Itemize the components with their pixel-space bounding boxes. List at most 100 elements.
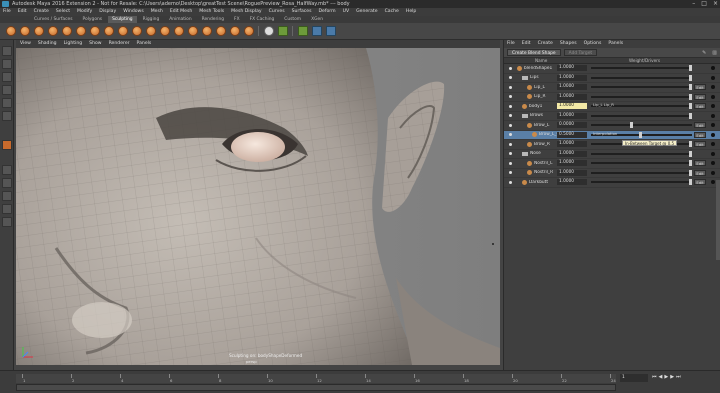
visibility-toggle-icon[interactable] (509, 180, 512, 184)
shape-menu-file[interactable]: File (507, 40, 515, 48)
weight-slider-handle[interactable] (689, 84, 692, 91)
visibility-toggle-icon[interactable] (509, 142, 512, 146)
weight-slider-handle[interactable] (689, 93, 692, 100)
menu-edit-mesh[interactable]: Edit Mesh (170, 8, 192, 16)
visibility-toggle-icon[interactable] (509, 133, 512, 137)
shelf-tab-animation[interactable]: Animation (165, 16, 195, 23)
spray-tool-icon[interactable] (104, 26, 114, 36)
edit-button[interactable]: Edit (694, 169, 706, 176)
weight-slider[interactable]: Interpolation (591, 131, 692, 138)
weight-field[interactable]: 1.0000 (557, 160, 587, 167)
sculpt-tool-icon[interactable] (6, 26, 16, 36)
menu-file[interactable]: File (3, 8, 11, 16)
go-to-start-icon[interactable]: ⏮ (652, 374, 657, 380)
weight-slider[interactable] (591, 150, 692, 157)
shape-menu-options[interactable]: Options (584, 40, 602, 48)
shape-menu-panels[interactable]: Panels (608, 40, 623, 48)
shape-row[interactable]: Nostril_L 1.0000 Edit (504, 159, 720, 169)
shelf-tab-polygons[interactable]: Polygons (79, 16, 107, 23)
visibility-toggle-icon[interactable] (509, 66, 512, 70)
weight-slider[interactable]: Lip_L Lip_R (591, 102, 692, 110)
keyframe-icon[interactable] (711, 151, 715, 156)
shape-row[interactable]: Nose 1.0000 (504, 150, 720, 159)
step-forward-icon[interactable]: ▶ (670, 374, 674, 380)
weight-slider[interactable] (591, 112, 692, 119)
visibility-toggle-icon[interactable] (509, 95, 512, 99)
edit-button[interactable]: Edit (694, 141, 706, 148)
create-blend-shape-button[interactable]: Create Blend Shape (507, 49, 561, 56)
weight-slider-handle[interactable] (689, 65, 692, 72)
weight-slider[interactable] (591, 65, 692, 72)
menu-display[interactable]: Display (99, 8, 116, 16)
menu-mesh-tools[interactable]: Mesh Tools (199, 8, 224, 16)
repeat-tool-icon[interactable] (118, 26, 128, 36)
shape-row[interactable]: Lip_R 1.0000 Edit (504, 93, 720, 102)
shape-list-scrollbar[interactable] (716, 180, 720, 260)
weight-slider[interactable] (591, 169, 692, 176)
edit-icon[interactable]: ✎ (702, 50, 706, 56)
select-tool-icon[interactable] (2, 46, 12, 56)
smear-tool-icon[interactable] (202, 26, 212, 36)
keyframe-icon[interactable] (711, 170, 715, 175)
keyframe-icon[interactable] (711, 161, 715, 166)
current-frame-field[interactable]: 1 (620, 374, 648, 382)
viewport-menu-lighting[interactable]: Lighting (64, 40, 83, 48)
visibility-toggle-icon[interactable] (509, 171, 512, 175)
mask-tool-icon[interactable] (278, 26, 288, 36)
visibility-toggle-icon[interactable] (509, 85, 512, 89)
freeze-tool-icon[interactable] (244, 26, 254, 36)
layout-four-icon[interactable] (2, 178, 12, 188)
weight-field[interactable]: 1.0000 (557, 93, 587, 100)
keyframe-icon[interactable] (711, 66, 715, 71)
weight-field[interactable]: 1.0000 (557, 141, 587, 148)
weight-slider[interactable] (591, 93, 692, 100)
range-slider[interactable] (16, 384, 616, 391)
shelf-tab-rendering[interactable]: Rendering (198, 16, 228, 23)
convert-tool-icon[interactable] (264, 26, 274, 36)
keyframe-icon[interactable] (711, 180, 715, 185)
move-tool-icon[interactable] (2, 85, 12, 95)
shape-row[interactable]: Brows 1.0000 (504, 112, 720, 121)
keyframe-icon[interactable] (711, 132, 715, 137)
weight-field[interactable]: 1.0000 (557, 65, 587, 72)
menu-windows[interactable]: Windows (123, 8, 144, 16)
weight-field[interactable]: 1.0000 (557, 74, 587, 81)
weight-slider-handle[interactable] (689, 103, 692, 110)
flatten-tool-icon[interactable] (76, 26, 86, 36)
smooth-tool-icon[interactable] (20, 26, 30, 36)
visibility-toggle-icon[interactable] (509, 104, 512, 108)
shelf-tab-curves-surfaces[interactable]: Curves / Surfaces (30, 16, 77, 23)
weight-slider-handle[interactable] (689, 169, 692, 176)
menu-help[interactable]: Help (406, 8, 416, 16)
weight-field[interactable]: 1.0000 (557, 84, 587, 91)
knife-tool-icon[interactable] (188, 26, 198, 36)
time-ruler[interactable]: 1 2 4 6 8 10 12 14 16 18 20 22 24 (16, 374, 616, 383)
shape-editor-icon[interactable] (326, 26, 336, 36)
keyframe-icon[interactable] (711, 142, 715, 147)
viewport-menu-show[interactable]: Show (89, 40, 101, 48)
shape-row[interactable]: Brow_L 0.0000 Edit (504, 121, 720, 131)
keyframe-icon[interactable] (711, 94, 715, 99)
weight-slider[interactable] (591, 160, 692, 167)
weight-field[interactable]: 1.0000 (557, 150, 587, 157)
weight-slider-handle[interactable] (689, 141, 692, 148)
edit-button[interactable]: Edit (694, 160, 706, 167)
weight-slider[interactable] (591, 84, 692, 91)
fill-tool-icon[interactable] (174, 26, 184, 36)
visibility-toggle-icon[interactable] (509, 161, 512, 165)
shelf-tab-sculpting[interactable]: Sculpting (108, 16, 137, 23)
sculpt-active-icon[interactable] (2, 140, 12, 150)
grab-tool-icon[interactable] (48, 26, 58, 36)
go-to-end-icon[interactable]: ⏭ (676, 374, 681, 380)
menu-surfaces[interactable]: Surfaces (292, 8, 312, 16)
shelf-tab-xgen[interactable]: XGen (307, 16, 327, 23)
shape-row[interactable]: body1 1.0000 Lip_L Lip_R Edit (504, 102, 720, 112)
edit-button[interactable]: Edit (694, 131, 706, 138)
lasso-tool-icon[interactable] (2, 59, 12, 69)
weight-field[interactable]: 1.0000 (557, 112, 587, 119)
paint-select-icon[interactable] (2, 72, 12, 82)
add-target-button[interactable]: Add Target (563, 49, 598, 56)
shape-row[interactable]: Brow_L_0.50.5000 Interpolation Edit (504, 130, 720, 140)
edit-button[interactable]: Edit (694, 179, 706, 186)
keyframe-icon[interactable] (711, 85, 715, 90)
